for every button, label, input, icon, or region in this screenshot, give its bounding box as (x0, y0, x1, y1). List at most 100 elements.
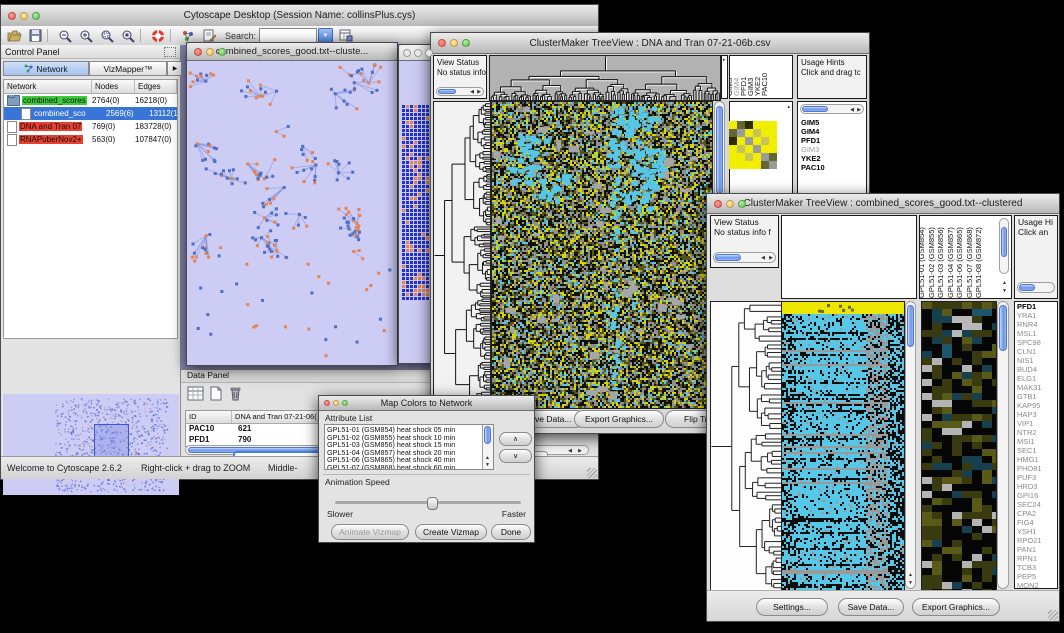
col-nodes[interactable]: Nodes (92, 80, 135, 93)
scrollbar-thumb[interactable] (802, 106, 828, 112)
scroll-right-icon[interactable]: ▶ (578, 448, 582, 454)
column-labels-vscrollbar[interactable] (999, 218, 1009, 274)
minimize-icon[interactable] (414, 49, 422, 57)
column-dendrogram-panel[interactable] (781, 215, 917, 299)
scroll-right-icon[interactable]: ▶ (769, 255, 773, 261)
gene-panel-hscrollbar[interactable]: ◀ ▶ (800, 104, 864, 114)
dialog-titlebar[interactable]: Map Colors to Network (319, 396, 534, 411)
scrollbar-thumb[interactable] (715, 254, 741, 261)
network-table-row[interactable]: RNAPuberNov2+563(0)107847(0) (4, 133, 177, 146)
scroll-left-icon[interactable]: ◀ (568, 448, 572, 454)
scroll-up-icon[interactable]: ▸ (723, 57, 726, 63)
resize-grip[interactable] (587, 468, 597, 478)
zoom-fit-icon[interactable] (120, 28, 136, 43)
scrollbar-thumb[interactable] (1001, 227, 1007, 257)
scrollbar-thumb[interactable] (716, 106, 723, 194)
scrollbar-thumb[interactable] (438, 89, 456, 94)
main-titlebar[interactable]: Cytoscape Desktop (Session Name: collins… (1, 5, 598, 27)
animate-vizmap-button[interactable]: Animate Vizmap (331, 524, 409, 540)
column-dendrogram[interactable] (489, 55, 721, 101)
scroll-right-icon[interactable]: ▶ (857, 107, 861, 113)
col-network[interactable]: Network (4, 80, 92, 93)
col-edges[interactable]: Edges (135, 80, 177, 93)
annotation-icon[interactable] (201, 28, 217, 43)
help-lifering-icon[interactable] (150, 28, 166, 43)
zoom-window-icon[interactable] (342, 400, 348, 406)
zoom-window-icon[interactable] (462, 39, 470, 47)
attribute-list[interactable]: GPL51-01 (GSM854) heat shock 05 minGPL51… (324, 424, 494, 470)
tab-vizmapper[interactable]: VizMapper™ (89, 61, 167, 76)
save-icon[interactable] (27, 28, 43, 43)
create-vizmap-button[interactable]: Create Vizmap (415, 524, 487, 540)
minimize-icon[interactable] (20, 12, 28, 20)
open-file-icon[interactable] (6, 28, 22, 43)
scroll-up-icon[interactable]: ▲ (485, 455, 490, 461)
row-dendrogram[interactable] (710, 301, 782, 591)
minimize-icon[interactable] (206, 48, 214, 56)
select-attributes-icon[interactable] (187, 386, 204, 406)
zoom-in-icon[interactable] (78, 28, 94, 43)
save-data-button[interactable]: Save Data... (838, 598, 904, 616)
resize-grip[interactable] (1048, 610, 1058, 620)
scroll-down-icon[interactable]: ▼ (908, 580, 913, 586)
close-icon[interactable] (194, 48, 202, 56)
minimize-icon[interactable] (450, 39, 458, 47)
move-down-button[interactable]: ∨ (499, 449, 532, 463)
heatmap-global-view[interactable] (781, 301, 905, 591)
export-graphics-button[interactable]: Export Graphics... (912, 598, 1000, 616)
network-view-titlebar[interactable]: combined_scores_good.txt--cluste... (187, 43, 397, 61)
scroll-down-icon[interactable]: ▼ (485, 462, 490, 468)
float-panel-icon[interactable] (164, 47, 176, 57)
zoom-window-icon[interactable] (425, 49, 433, 57)
usage-hints-scrollbar[interactable] (1017, 282, 1055, 293)
scroll-down-icon[interactable]: ▼ (1002, 288, 1007, 294)
close-icon[interactable] (324, 400, 330, 406)
scroll-up-icon[interactable]: ▴ (787, 104, 790, 110)
network-table-row[interactable]: DNA and Tran 07769(0)183728(0) (4, 120, 177, 133)
export-graphics-button[interactable]: Export Graphics... (574, 410, 664, 428)
settings-button[interactable]: Settings... (756, 598, 828, 616)
scrollbar-thumb[interactable] (484, 426, 491, 444)
view-status-scrollbar[interactable]: ◀ ▶ (713, 252, 776, 263)
scroll-left-icon[interactable]: ◀ (850, 107, 854, 113)
zoom-window-icon[interactable] (738, 200, 746, 208)
network-table-row[interactable]: combined_scores2764(0)16218(0) (4, 94, 177, 107)
scrollbar-thumb[interactable] (999, 305, 1007, 351)
zoom-selected-icon[interactable] (99, 28, 115, 43)
scrollbar-thumb[interactable] (907, 305, 914, 347)
col-id[interactable]: ID (186, 411, 232, 423)
network-table-row[interactable]: combined_sco2569(6)13112(15) (4, 107, 177, 120)
attribute-browser-icon[interactable] (338, 28, 354, 43)
heatmap-zoom-view[interactable] (921, 301, 997, 591)
plugin-network-icon[interactable] (180, 28, 196, 43)
close-icon[interactable] (714, 200, 722, 208)
heatmap-vscrollbar[interactable]: ▲ ▼ (905, 301, 916, 589)
scroll-up-icon[interactable]: ▲ (1002, 280, 1007, 286)
close-icon[interactable] (438, 39, 446, 47)
birdseye-view[interactable] (3, 394, 179, 495)
attribute-list-item[interactable]: GPL51-07 (GSM868) heat shock 60 min (325, 464, 482, 471)
tab-network[interactable]: Network (3, 61, 89, 76)
network-view-canvas[interactable] (188, 61, 396, 364)
close-icon[interactable] (403, 49, 411, 57)
zoom-vscrollbar[interactable] (997, 301, 1009, 589)
view-status-scrollbar[interactable]: ◀ ▶ (436, 87, 484, 96)
minimize-icon[interactable] (333, 400, 339, 406)
scrollbar-thumb[interactable] (1019, 284, 1035, 291)
heatmap-global-view[interactable] (491, 101, 713, 409)
done-button[interactable]: Done (491, 524, 531, 540)
scroll-up-icon[interactable]: ▲ (908, 572, 913, 578)
row-dendrogram[interactable] (433, 101, 491, 409)
move-up-button[interactable]: ∧ (499, 432, 532, 446)
scroll-right-icon[interactable]: ▶ (477, 89, 481, 95)
zoom-window-icon[interactable] (218, 48, 226, 56)
treeview-combined-titlebar[interactable]: ClusterMaker TreeView : combined_scores_… (707, 194, 1059, 214)
scroll-left-icon[interactable]: ◀ (761, 255, 765, 261)
minimize-icon[interactable] (726, 200, 734, 208)
splitter-strip[interactable]: ▸ (721, 55, 728, 99)
close-icon[interactable] (8, 12, 16, 20)
zoom-out-icon[interactable] (57, 28, 73, 43)
attribute-list-vscrollbar[interactable]: ▲ ▼ (482, 425, 493, 469)
delete-attribute-icon[interactable] (229, 386, 242, 406)
treeview-dna-titlebar[interactable]: ClusterMaker TreeView : DNA and Tran 07-… (431, 33, 869, 54)
